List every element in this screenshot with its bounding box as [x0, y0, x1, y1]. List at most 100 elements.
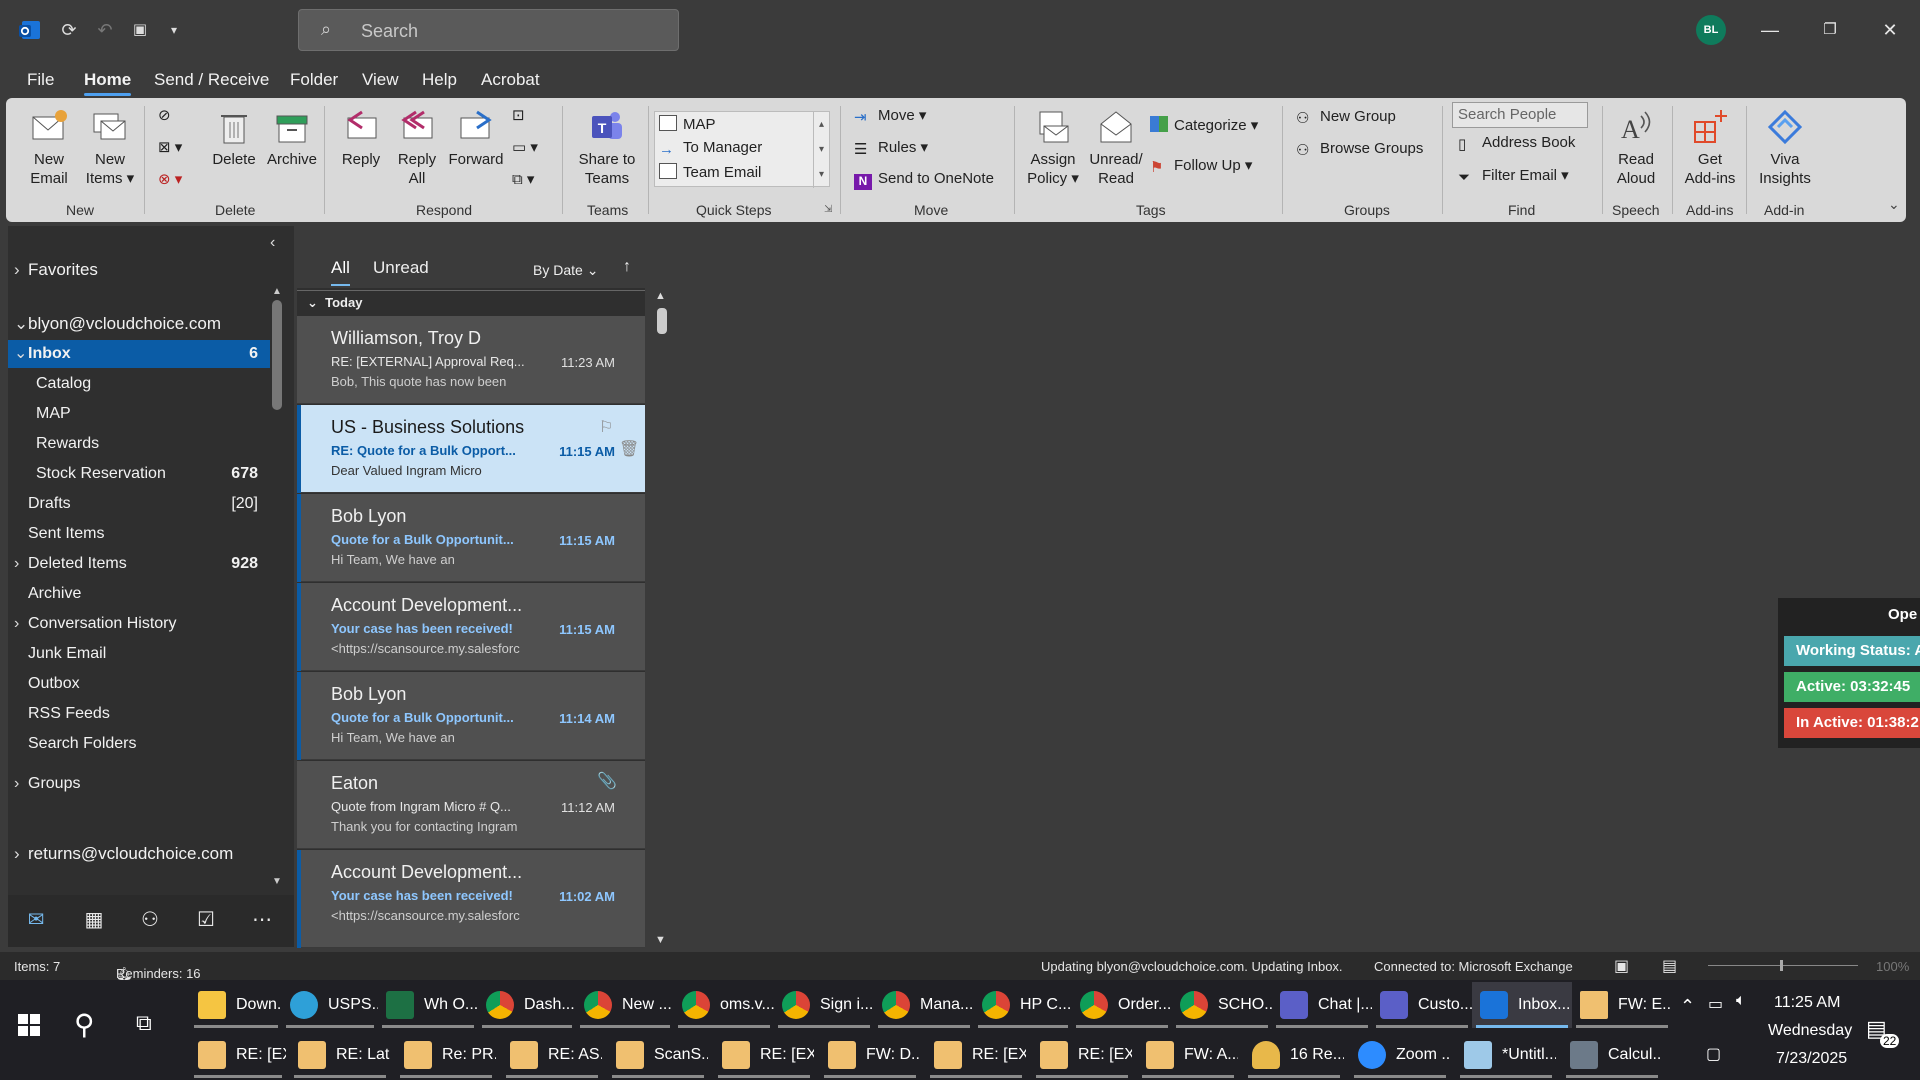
network-icon[interactable]: ▢	[1706, 1044, 1721, 1064]
groups-header[interactable]: › Groups	[14, 770, 276, 798]
message-item[interactable]: Eaton Quote from Ingram Micro # Q... 11:…	[297, 761, 645, 849]
people-icon[interactable]: ⚇	[134, 907, 166, 935]
browse-groups-button[interactable]: ⚇ Browse Groups	[1296, 140, 1423, 159]
zoom-slider[interactable]	[1708, 965, 1858, 966]
filter-tab-unread[interactable]: Unread	[373, 258, 429, 278]
delete-button[interactable]: Delete	[210, 108, 258, 169]
viva-insights-button[interactable]: Viva Insights	[1750, 108, 1820, 188]
address-book-button[interactable]: ▯ Address Book	[1458, 134, 1575, 153]
quick-steps-scroll[interactable]: ▴ ▾ ▾	[813, 112, 829, 188]
favorites-header[interactable]: › Favorites	[14, 256, 276, 284]
trash-icon[interactable]: 🗑	[619, 439, 639, 459]
scroll-up-icon[interactable]: ▲	[272, 286, 282, 297]
taskbar-mail-item[interactable]: RE: [EX...	[1032, 1032, 1132, 1078]
taskbar-mail-item[interactable]: RE: [EX...	[926, 1032, 1026, 1078]
archive-button[interactable]: Archive	[264, 108, 320, 169]
taskbar-reminders[interactable]: 16 Re...	[1244, 1032, 1344, 1078]
view-toggle-icon[interactable]: ▣	[128, 18, 152, 42]
normal-view-icon[interactable]: ▣	[1614, 956, 1629, 976]
tab-folder[interactable]: Folder	[290, 70, 338, 90]
search-people-input[interactable]: Search People	[1452, 102, 1588, 128]
taskbar-mail-item[interactable]: RE: [EX...	[190, 1032, 286, 1078]
group-header-today[interactable]: ⌄ Today	[297, 290, 645, 314]
customize-toolbar-icon[interactable]: ▾	[162, 18, 186, 42]
message-item[interactable]: US - Business Solutions RE: Quote for a …	[297, 405, 645, 493]
message-item[interactable]: Bob Lyon Quote for a Bulk Opportunit... …	[297, 672, 645, 760]
ribbon-collapse-icon[interactable]: ⌄	[1888, 196, 1900, 213]
scroll-thumb[interactable]	[657, 308, 667, 334]
tab-file[interactable]: File	[27, 70, 54, 90]
taskbar-chrome-new[interactable]: New ...	[576, 982, 674, 1028]
taskbar-mail-item[interactable]: RE: Lat...	[290, 1032, 390, 1078]
new-group-button[interactable]: ⚇ New Group	[1296, 108, 1396, 127]
folder-stock-reservation[interactable]: Stock Reservation 678	[8, 460, 270, 488]
taskbar-chrome-sign[interactable]: Sign i...	[774, 982, 874, 1028]
taskbar-mail-item[interactable]: Re: PR...	[396, 1032, 496, 1078]
quick-step-map[interactable]: MAP	[659, 115, 716, 133]
taskbar-mail-item[interactable]: RE: AS...	[502, 1032, 602, 1078]
taskbar-zoom[interactable]: Zoom ...	[1350, 1032, 1450, 1078]
account-header-returns[interactable]: › returns@vcloudchoice.com	[14, 840, 282, 868]
taskbar-calculator[interactable]: Calcul...	[1562, 1032, 1662, 1078]
taskbar-edge-usps[interactable]: USPS...	[282, 982, 378, 1028]
account-header-blyon[interactable]: ⌄blyon@vcloudchoice.com	[14, 310, 282, 338]
reading-view-icon[interactable]: ▤	[1662, 956, 1677, 976]
read-aloud-button[interactable]: A Read Aloud	[1606, 108, 1666, 188]
volume-icon[interactable]: 🔈︎	[1736, 992, 1746, 1010]
send-onenote-button[interactable]: N Send to OneNote	[854, 170, 994, 190]
junk-icon[interactable]: ⊗ ▾	[158, 170, 182, 188]
folder-sent-items[interactable]: Sent Items	[8, 520, 270, 548]
im-reply-icon[interactable]: ▭ ▾	[512, 138, 538, 156]
folder-deleted-items[interactable]: › Deleted Items 928	[8, 550, 270, 578]
sync-icon[interactable]: ⟳	[57, 18, 81, 42]
filter-tab-all[interactable]: All	[331, 258, 350, 286]
search-box[interactable]: ⌕ Search	[298, 9, 679, 51]
unread-read-button[interactable]: Unread/ Read	[1086, 108, 1146, 188]
task-view-icon[interactable]: ⧉	[136, 1010, 152, 1036]
taskbar-chrome-order[interactable]: Order...	[1072, 982, 1172, 1028]
folder-catalog[interactable]: Catalog	[8, 370, 270, 398]
folder-rss-feeds[interactable]: RSS Feeds	[8, 700, 270, 728]
clock-date[interactable]: 7/23/2025	[1776, 1050, 1847, 1068]
follow-up-button[interactable]: ⚑ Follow Up ▾	[1150, 156, 1252, 176]
close-icon[interactable]: ✕	[1870, 12, 1910, 48]
message-item[interactable]: Bob Lyon Quote for a Bulk Opportunit... …	[297, 494, 645, 582]
dialog-launcher-icon[interactable]: ⇲	[824, 204, 832, 215]
calendar-icon[interactable]: ▦	[78, 907, 110, 935]
zoom-thumb[interactable]	[1780, 960, 1783, 971]
undo-icon[interactable]: ↶	[93, 18, 117, 42]
taskbar-mail-item[interactable]: ScanS...	[608, 1032, 708, 1078]
share-to-teams-button[interactable]: T Share to Teams	[572, 108, 642, 188]
taskbar-outlook-inbox[interactable]: Inbox...	[1472, 982, 1572, 1028]
scroll-down-icon[interactable]: ▼	[655, 934, 666, 946]
scroll-up-icon[interactable]: ▲	[655, 290, 666, 302]
filter-email-button[interactable]: ⏷ Filter Email ▾	[1458, 166, 1569, 186]
ignore-icon[interactable]: ⊘	[158, 106, 171, 124]
folder-conversation-history[interactable]: › Conversation History	[8, 610, 270, 638]
message-item[interactable]: Account Development... Your case has bee…	[297, 850, 645, 948]
reply-all-button[interactable]: Reply All	[392, 108, 442, 188]
taskbar-mail-item[interactable]: FW: A...	[1138, 1032, 1238, 1078]
mail-icon[interactable]: ✉	[20, 907, 52, 935]
new-items-button[interactable]: New Items ▾	[82, 108, 138, 188]
tab-home[interactable]: Home	[84, 70, 132, 96]
show-hidden-icons[interactable]: ⌃	[1680, 996, 1695, 1017]
search-icon[interactable]: ⚲	[74, 1008, 95, 1041]
taskbar-chrome-mana[interactable]: Mana...	[874, 982, 974, 1028]
categorize-button[interactable]: Categorize ▾	[1150, 116, 1258, 134]
move-button[interactable]: ⇥ Move ▾	[854, 106, 926, 126]
tab-view[interactable]: View	[362, 70, 399, 90]
get-addins-button[interactable]: Get Add-ins	[1678, 108, 1742, 188]
message-list-scrollbar[interactable]: ▲ ▼	[654, 290, 670, 950]
clock-day[interactable]: Wednesday	[1768, 1022, 1852, 1040]
quick-step-to-manager[interactable]: → To Manager	[659, 139, 762, 158]
taskbar-teams-custo[interactable]: Custo...	[1372, 982, 1472, 1028]
tab-acrobat[interactable]: Acrobat	[481, 70, 540, 90]
flag-icon[interactable]: ⚐	[599, 417, 613, 437]
clock-time[interactable]: 11:25 AM	[1774, 994, 1840, 1012]
avatar[interactable]: BL	[1696, 15, 1726, 45]
more-apps-icon[interactable]: ⋯	[246, 907, 278, 935]
minimize-icon[interactable]: —	[1750, 12, 1790, 48]
folder-inbox[interactable]: ⌄Inbox 6	[8, 340, 270, 368]
folder-junk-email[interactable]: Junk Email	[8, 640, 270, 668]
